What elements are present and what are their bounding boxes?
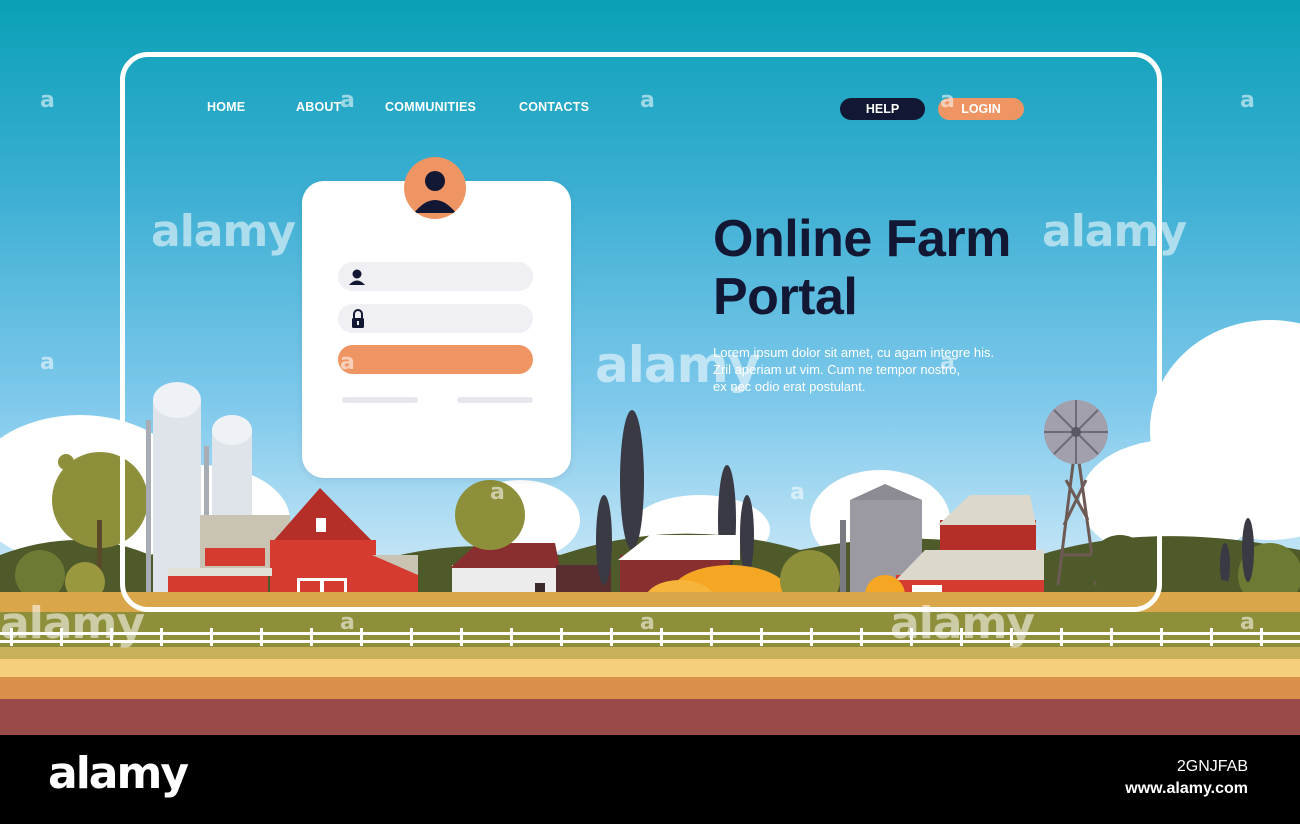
watermark-small: a (40, 350, 55, 375)
login-submit-button[interactable] (338, 345, 533, 374)
watermark-small: a (340, 350, 355, 375)
watermark-small: a (340, 88, 355, 113)
nav-communities-link[interactable]: COMMUNITIES (385, 100, 476, 114)
page-title: Online Farm Portal (713, 210, 1011, 326)
forgot-password-link[interactable] (342, 397, 418, 403)
help-button[interactable]: HELP (840, 98, 925, 120)
signup-link[interactable] (457, 397, 533, 403)
title-line-2: Portal (713, 268, 858, 326)
landing-page-illustration: HOME ABOUT COMMUNITIES CONTACTS HELP LOG… (0, 0, 1300, 735)
watermark-small: a (340, 610, 355, 635)
nav-contacts-link[interactable]: CONTACTS (519, 100, 589, 114)
watermark-small: a (1240, 88, 1255, 113)
watermark-small: a (640, 610, 655, 635)
watermark-small: a (940, 350, 955, 375)
watermark: alamy (1042, 206, 1187, 257)
title-line-1: Online Farm (713, 210, 1011, 268)
watermark-small: a (1240, 610, 1255, 635)
watermark-small: a (790, 480, 805, 505)
image-id: 2GNJFAB (1176, 758, 1248, 775)
nav-about-link[interactable]: ABOUT (296, 100, 341, 114)
watermark-small: a (490, 480, 505, 505)
watermark-small: a (1090, 480, 1105, 505)
stock-footer-bar (0, 735, 1300, 824)
browser-frame (120, 52, 1162, 612)
watermark: alamy (151, 206, 296, 257)
watermark-small: a (640, 88, 655, 113)
password-field[interactable] (338, 304, 533, 333)
watermark-small: a (40, 88, 55, 113)
lock-icon (351, 309, 365, 334)
site-url: www.alamy.com (1125, 780, 1248, 797)
watermark: alamy (595, 336, 760, 394)
watermark-small: a (940, 88, 955, 113)
user-icon (347, 268, 367, 291)
watermark-small: a (1240, 350, 1255, 375)
username-field[interactable] (338, 262, 533, 291)
watermark: alamy (0, 598, 145, 649)
alamy-logo: alamy (48, 748, 189, 799)
avatar-icon (404, 157, 466, 219)
hero-description: Lorem ipsum dolor sit amet, cu agam inte… (713, 344, 1043, 395)
nav-home-link[interactable]: HOME (207, 100, 245, 114)
watermark: alamy (890, 598, 1035, 649)
